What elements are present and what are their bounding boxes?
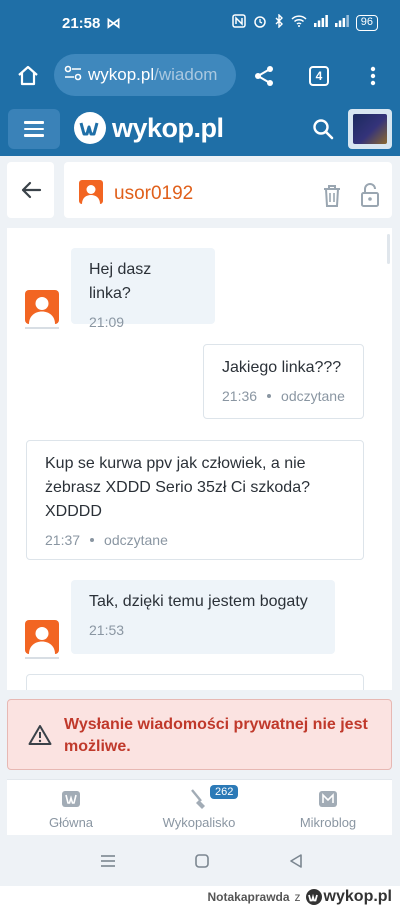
status-bar: 21:58 ⋈ 96	[0, 0, 400, 50]
message-meta: 21:36 odczytane	[222, 388, 345, 404]
separator-dot	[90, 538, 95, 542]
tab-count: 4	[309, 66, 329, 86]
home-button-icon[interactable]	[192, 851, 212, 871]
message-incoming: Hej dasz linka? 21:09	[71, 248, 215, 330]
message-outgoing: Jakiego linka??? 21:36 odczytane	[203, 344, 364, 419]
arrow-left-icon	[21, 181, 41, 199]
menu-icon	[24, 121, 44, 124]
home-wykop-icon	[62, 791, 80, 807]
signal-icon	[313, 15, 328, 30]
bottom-navigation: Główna 262 Wykopalisko Mikroblog	[0, 776, 400, 836]
shovel-icon	[191, 789, 205, 809]
conversation-header: usor0192	[64, 162, 392, 218]
wykop-logo-icon	[74, 112, 106, 144]
home-icon[interactable]	[12, 60, 44, 92]
message-time: 21:36	[222, 388, 258, 404]
message-time: 21:09	[89, 314, 125, 330]
url-host: wykop.pl	[88, 65, 155, 84]
separator-dot	[267, 394, 272, 398]
search-icon[interactable]	[308, 114, 338, 144]
message-incoming: Tak, dzięki temu jestem bogaty 21:53	[71, 580, 335, 654]
nav-label: Główna	[48, 815, 94, 830]
warning-text: Wysłanie wiadomości prywatnej nie jest m…	[64, 716, 368, 755]
message-time: 21:37	[45, 532, 81, 548]
recent-apps-icon[interactable]	[98, 851, 118, 871]
nav-label: Wykopalisko	[162, 815, 236, 830]
message-status: odczytane	[281, 388, 345, 404]
alarm-icon	[253, 14, 267, 31]
signal-icon	[334, 15, 349, 30]
message-meta: 21:09	[89, 314, 197, 330]
tab-switcher-button[interactable]: 4	[303, 60, 335, 92]
watermark-logo: wykop.pl	[305, 888, 392, 906]
lock-icon[interactable]	[360, 182, 380, 208]
avatar	[353, 114, 387, 144]
more-vertical-icon[interactable]	[357, 60, 389, 92]
scrollbar[interactable]	[387, 234, 390, 264]
warning-banner: Wysłanie wiadomości prywatnej nie jest m…	[7, 699, 392, 770]
default-avatar-icon	[79, 180, 103, 204]
message-text: Jakiego linka???	[222, 359, 342, 376]
message-meta: 21:53	[89, 622, 317, 638]
share-icon[interactable]	[248, 60, 280, 92]
back-triangle-icon[interactable]	[286, 851, 306, 871]
menu-button[interactable]	[8, 109, 60, 149]
warning-triangle-icon	[28, 725, 52, 745]
address-bar[interactable]: wykop.pl/wiadom	[54, 54, 236, 96]
avatar-underline	[25, 327, 59, 329]
nav-label: Mikroblog	[299, 815, 357, 830]
user-avatar-button[interactable]	[348, 109, 392, 149]
wifi-icon	[291, 15, 307, 30]
message-text: Tak, dzięki temu jestem bogaty	[89, 593, 308, 610]
battery-icon: 96	[355, 14, 378, 31]
message-outgoing: Kup se kurwa ppv jak człowiek, a nie żeb…	[26, 440, 364, 560]
status-time: 21:58	[62, 15, 101, 32]
system-navigation-bar	[0, 836, 400, 886]
menu-icon-line	[24, 134, 44, 137]
avatar-underline	[25, 657, 59, 659]
nav-item-mikroblog[interactable]: Mikroblog	[268, 788, 388, 830]
watermark-source: Notakaprawda	[207, 890, 290, 904]
message-status: odczytane	[104, 532, 168, 548]
conversation-page: usor0192 Hej dasz linka? 21:09 Jakiego l…	[0, 156, 400, 776]
notification-icon: ⋈	[106, 15, 121, 32]
site-header: wykop.pl	[0, 102, 400, 156]
notification-badge: 262	[210, 785, 239, 799]
back-button[interactable]	[7, 162, 54, 218]
default-avatar-icon[interactable]	[25, 290, 59, 324]
mikroblog-icon	[319, 791, 337, 807]
bottom-nav-bar: Główna 262 Wykopalisko Mikroblog	[7, 779, 392, 835]
status-icons: 96	[232, 13, 378, 31]
message-outgoing-partial	[26, 674, 364, 690]
site-logo[interactable]: wykop.pl	[74, 112, 224, 144]
trash-icon[interactable]	[322, 184, 342, 208]
nav-item-wykopalisko[interactable]: 262 Wykopalisko	[139, 785, 259, 830]
watermark-brand: wykop.pl	[323, 888, 392, 905]
message-meta: 21:37 odczytane	[45, 532, 345, 548]
message-thread[interactable]: Hej dasz linka? 21:09 Jakiego linka??? 2…	[7, 228, 392, 690]
nav-item-glowna[interactable]: Główna	[11, 788, 131, 830]
menu-icon-line	[24, 127, 44, 131]
watermark: Notakaprawda z wykop.pl	[0, 886, 400, 908]
bluetooth-icon	[274, 13, 284, 31]
site-settings-icon[interactable]	[64, 65, 82, 86]
message-text: Kup se kurwa ppv jak człowiek, a nie żeb…	[45, 455, 310, 520]
browser-toolbar: wykop.pl/wiadom 4	[0, 50, 400, 102]
conversation-username[interactable]: usor0192	[114, 183, 193, 205]
message-text: Hej dasz linka?	[89, 261, 152, 302]
logo-text: wykop.pl	[112, 112, 224, 143]
wykop-logo-icon	[305, 889, 322, 905]
message-time: 21:53	[89, 622, 125, 638]
watermark-joiner: z	[294, 890, 301, 904]
url-path: /wiadom	[154, 65, 218, 84]
default-avatar-icon[interactable]	[25, 620, 59, 654]
nfc-icon	[232, 14, 246, 31]
